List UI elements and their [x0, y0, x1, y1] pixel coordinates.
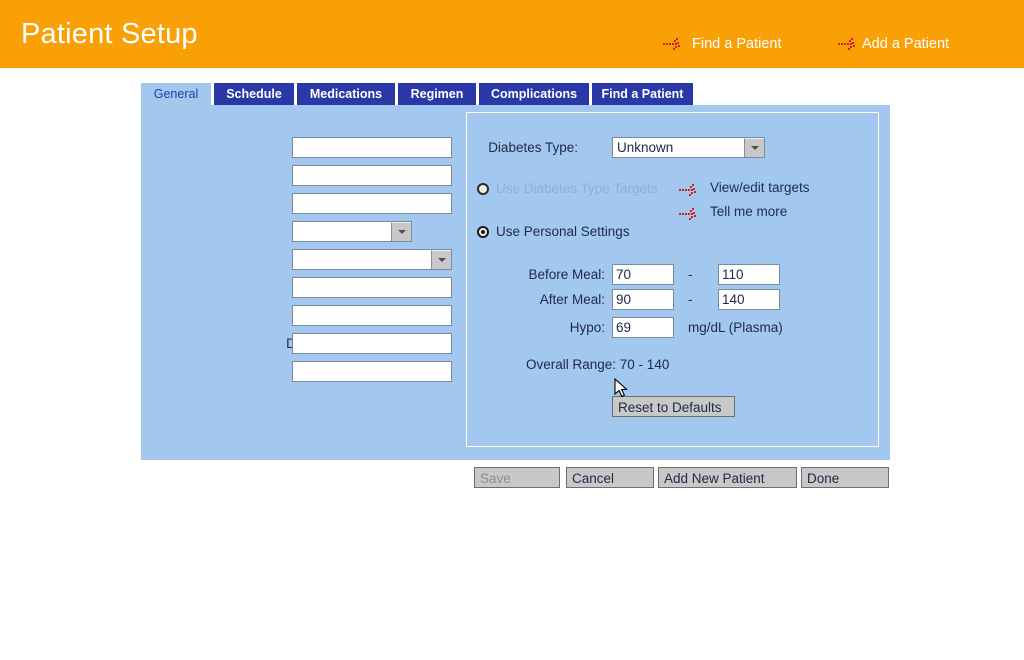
id-number-input[interactable] — [292, 277, 452, 298]
blood-glucose-targets-group: Diabetes Type: Unknown Use Diabetes Type… — [466, 112, 879, 447]
tab-schedule[interactable]: Schedule — [214, 83, 294, 105]
date-of-birth-select[interactable] — [292, 221, 412, 242]
use-diabetes-type-targets-label: Use Diabetes Type Targets — [496, 181, 658, 196]
use-personal-settings-radio[interactable]: Use Personal Settings — [477, 224, 630, 239]
tab-complications[interactable]: Complications — [479, 83, 589, 105]
middle-name-input[interactable] — [292, 193, 452, 214]
doctor-input[interactable] — [292, 305, 452, 326]
app-header: Patient Setup Find a Patient Add a — [0, 0, 1024, 68]
diabetes-educator-input[interactable] — [292, 333, 452, 354]
form-row: Insurance: — [141, 361, 471, 382]
chevron-down-icon[interactable] — [431, 250, 451, 269]
before-meal-label: Before Meal: — [477, 267, 605, 282]
before-meal-range-separator: - — [688, 267, 693, 282]
chevron-down-icon[interactable] — [391, 222, 411, 241]
radio-indicator — [477, 226, 489, 238]
arrow-dotted-icon — [679, 182, 701, 198]
arrow-dotted-icon — [663, 36, 685, 52]
form-row: Last Name: — [141, 165, 471, 186]
arrow-dotted-icon — [838, 36, 860, 52]
overall-range-text: Overall Range: 70 - 140 — [526, 357, 669, 372]
units-label: mg/dL (Plasma) — [688, 320, 783, 335]
form-row: Middle Name: — [141, 193, 471, 214]
form-row: First Name: — [141, 137, 471, 158]
use-personal-settings-label: Use Personal Settings — [496, 224, 630, 239]
cancel-button[interactable]: Cancel — [566, 467, 654, 488]
tell-me-more-link[interactable]: Tell me more — [710, 204, 787, 219]
form-row: Date of Birth: — [141, 221, 471, 242]
view-edit-targets-link[interactable]: View/edit targets — [710, 180, 810, 195]
form-row: Gender: — [141, 249, 471, 270]
tab-find-a-patient[interactable]: Find a Patient — [592, 83, 693, 105]
header-find-patient-link[interactable]: Find a Patient — [692, 36, 781, 52]
after-meal-high-input[interactable] — [718, 289, 780, 310]
general-tab-panel: First Name: Last Name: Middle Name: Date of… — [141, 105, 890, 460]
radio-indicator — [477, 183, 489, 195]
use-diabetes-type-targets-radio[interactable]: Use Diabetes Type Targets — [477, 181, 658, 196]
diabetes-type-value: Unknown — [613, 138, 744, 157]
chevron-down-icon[interactable] — [744, 138, 764, 157]
gender-select[interactable] — [292, 249, 452, 270]
app-root: Patient Setup Find a Patient Add a — [0, 0, 1024, 660]
after-meal-label: After Meal: — [477, 292, 605, 307]
first-name-input[interactable] — [292, 137, 452, 158]
insurance-input[interactable] — [292, 361, 452, 382]
hypo-input[interactable] — [612, 317, 674, 338]
form-row: Doctor: — [141, 305, 471, 326]
diabetes-type-select[interactable]: Unknown — [612, 137, 765, 158]
form-row: ID Number: — [141, 277, 471, 298]
hypo-label: Hypo: — [477, 320, 605, 335]
after-meal-range-separator: - — [688, 292, 693, 307]
after-meal-low-input[interactable] — [612, 289, 674, 310]
tab-regimen[interactable]: Regimen — [398, 83, 476, 105]
form-row: Diabetes Educator: — [141, 333, 471, 354]
diabetes-type-label: Diabetes Type: — [472, 140, 578, 155]
gender-value — [293, 250, 431, 269]
save-button: Save — [474, 467, 560, 488]
done-button[interactable]: Done — [801, 467, 889, 488]
add-new-patient-button[interactable]: Add New Patient — [658, 467, 797, 488]
reset-to-defaults-button[interactable]: Reset to Defaults — [612, 396, 735, 417]
tab-general[interactable]: General — [141, 83, 211, 105]
tab-medications[interactable]: Medications — [297, 83, 395, 105]
before-meal-high-input[interactable] — [718, 264, 780, 285]
last-name-input[interactable] — [292, 165, 452, 186]
arrow-dotted-icon — [679, 206, 701, 222]
header-add-patient-link[interactable]: Add a Patient — [862, 36, 949, 52]
page-title: Patient Setup — [21, 18, 198, 51]
before-meal-low-input[interactable] — [612, 264, 674, 285]
date-of-birth-value — [293, 222, 391, 241]
